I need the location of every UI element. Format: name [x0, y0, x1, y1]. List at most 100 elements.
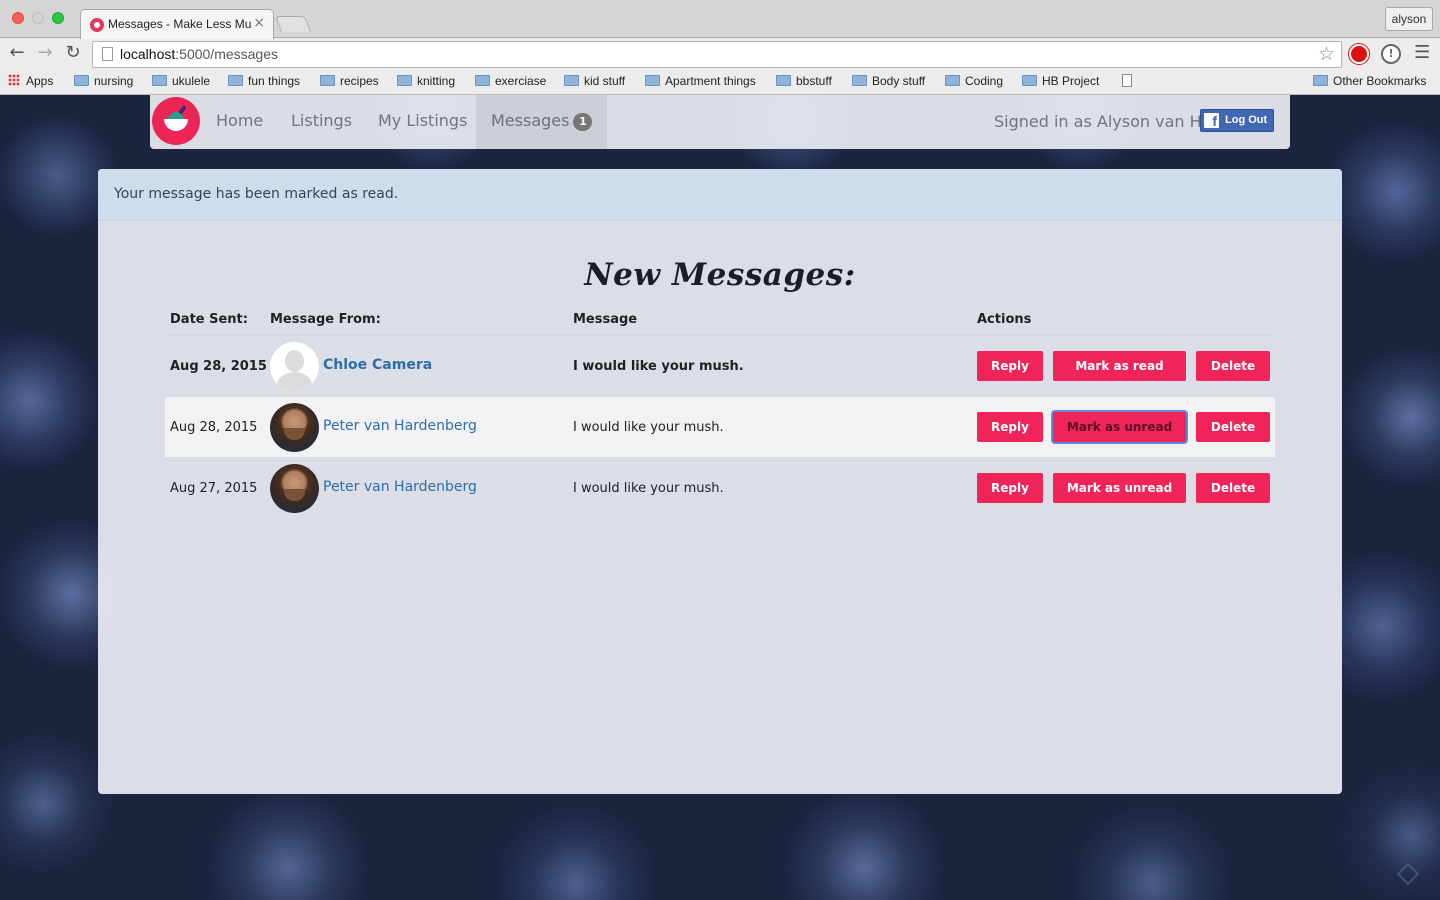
avatar: [270, 464, 319, 513]
extension-info-icon[interactable]: !: [1381, 44, 1401, 64]
folder-icon: [228, 75, 243, 86]
back-arrow-icon[interactable]: ←: [6, 42, 28, 64]
nav-messages[interactable]: Messages 1: [476, 95, 608, 149]
unread-badge: 1: [573, 113, 593, 131]
header-actions: Actions: [977, 312, 1032, 327]
folder-icon: [564, 75, 579, 86]
bookmark-coding[interactable]: Coding: [945, 74, 1003, 88]
messages-table: Date Sent: Message From: Message Actions…: [165, 309, 1275, 519]
page-title: New Messages:: [584, 257, 856, 293]
bookmark-knitting[interactable]: knitting: [397, 74, 455, 88]
address-bar[interactable]: localhost:5000/messages ☆: [92, 41, 1342, 68]
new-tab-button[interactable]: [275, 16, 311, 32]
bookmark-star-icon[interactable]: ☆: [1318, 43, 1335, 65]
table-header: Date Sent: Message From: Message Actions: [165, 309, 1275, 336]
date-sent: Aug 28, 2015: [170, 420, 258, 435]
folder-icon: [320, 75, 335, 86]
logout-button[interactable]: f Log Out: [1200, 109, 1274, 132]
reply-button[interactable]: Reply: [977, 473, 1043, 503]
url-text: localhost:5000/messages: [120, 46, 278, 62]
maximize-window-icon[interactable]: [52, 12, 64, 24]
sender-link[interactable]: Peter van Hardenberg: [323, 418, 477, 434]
header-message: Message: [573, 312, 638, 327]
bookmarks-bar: Apps nursing ukulele fun things recipes …: [0, 70, 1440, 94]
table-row: Aug 27, 2015 Peter van Hardenberg I woul…: [165, 458, 1275, 519]
header-from: Message From:: [270, 312, 381, 327]
folder-icon: [152, 75, 167, 86]
folder-icon: [475, 75, 490, 86]
minimize-window-icon[interactable]: [32, 12, 44, 24]
bookmark-body-stuff[interactable]: Body stuff: [852, 74, 925, 88]
nav-home[interactable]: Home: [201, 95, 278, 149]
header-date: Date Sent:: [170, 312, 248, 327]
bookmark-apartment-things[interactable]: Apartment things: [645, 74, 756, 88]
folder-icon: [1022, 75, 1037, 86]
bookmark-file[interactable]: [1122, 74, 1132, 90]
mark-as-read-button[interactable]: Mark as read: [1053, 351, 1186, 381]
close-window-icon[interactable]: [12, 12, 24, 24]
bookmark-ukulele[interactable]: ukulele: [152, 74, 210, 88]
avatar: [270, 342, 319, 391]
date-sent: Aug 27, 2015: [170, 481, 258, 496]
profile-button[interactable]: alyson: [1385, 7, 1433, 31]
tab-strip: Messages - Make Less Mu × alyson: [0, 0, 1440, 39]
tab-close-icon[interactable]: ×: [253, 15, 265, 31]
reply-button[interactable]: Reply: [977, 412, 1043, 442]
alert-text: Your message has been marked as read.: [114, 186, 399, 202]
delete-button[interactable]: Delete: [1196, 412, 1270, 442]
folder-icon: [645, 75, 660, 86]
reply-button[interactable]: Reply: [977, 351, 1043, 381]
favicon-icon: [90, 18, 104, 32]
folder-icon: [397, 75, 412, 86]
nav-my-listings[interactable]: My Listings: [363, 95, 482, 149]
mark-as-unread-button[interactable]: Mark as unread: [1053, 473, 1186, 503]
page-background: Home Listings My Listings Messages 1 Sign…: [0, 95, 1440, 900]
mark-as-unread-button[interactable]: Mark as unread: [1053, 412, 1186, 442]
message-text: I would like your mush.: [573, 359, 744, 374]
corner-badge-icon: [1396, 862, 1420, 886]
extension-stop-icon[interactable]: [1349, 44, 1369, 64]
avatar: [270, 403, 319, 452]
file-icon: [1122, 74, 1132, 87]
message-text: I would like your mush.: [573, 420, 724, 435]
logout-label: Log Out: [1225, 114, 1268, 126]
table-row: Aug 28, 2015 Chloe Camera I would like y…: [165, 336, 1275, 397]
bookmark-apps[interactable]: Apps: [8, 74, 53, 88]
menu-icon[interactable]: ☰: [1414, 44, 1430, 62]
navbar: Home Listings My Listings Messages 1 Sign…: [150, 95, 1290, 149]
folder-icon: [1313, 75, 1328, 86]
other-bookmarks[interactable]: Other Bookmarks: [1313, 74, 1426, 88]
nav-listings[interactable]: Listings: [276, 95, 367, 149]
apps-icon: [8, 74, 20, 86]
facebook-icon: f: [1204, 113, 1219, 129]
tab-title: Messages - Make Less Mu: [108, 17, 252, 31]
browser-tab[interactable]: Messages - Make Less Mu ×: [80, 9, 274, 39]
folder-icon: [852, 75, 867, 86]
bookmark-hb-project[interactable]: HB Project: [1022, 74, 1099, 88]
date-sent: Aug 28, 2015: [170, 359, 267, 374]
bookmark-kid-stuff[interactable]: kid stuff: [564, 74, 625, 88]
signed-in-text: Signed in as Alyson van H: [994, 112, 1202, 131]
table-row: Aug 28, 2015 Peter van Hardenberg I woul…: [165, 397, 1275, 458]
bookmark-recipes[interactable]: recipes: [320, 74, 379, 88]
nav-messages-label: Messages: [491, 111, 570, 130]
reload-icon[interactable]: ↻: [62, 42, 84, 64]
delete-button[interactable]: Delete: [1196, 351, 1270, 381]
sender-link[interactable]: Peter van Hardenberg: [323, 479, 477, 495]
folder-icon: [74, 75, 89, 86]
logo-icon[interactable]: [152, 97, 200, 145]
flash-alert: Your message has been marked as read.: [98, 169, 1342, 221]
bookmark-nursing[interactable]: nursing: [74, 74, 133, 88]
folder-icon: [945, 75, 960, 86]
folder-icon: [776, 75, 791, 86]
browser-chrome: Messages - Make Less Mu × alyson ← → ↻ l…: [0, 0, 1440, 95]
sender-link[interactable]: Chloe Camera: [323, 357, 432, 373]
bookmark-fun-things[interactable]: fun things: [228, 74, 300, 88]
bookmark-bbstuff[interactable]: bbstuff: [776, 74, 832, 88]
bookmark-exerciase[interactable]: exerciase: [475, 74, 546, 88]
delete-button[interactable]: Delete: [1196, 473, 1270, 503]
message-text: I would like your mush.: [573, 481, 724, 496]
messages-panel: Your message has been marked as read. Ne…: [98, 169, 1342, 794]
page-icon: [102, 47, 113, 61]
forward-arrow-icon[interactable]: →: [34, 42, 56, 64]
